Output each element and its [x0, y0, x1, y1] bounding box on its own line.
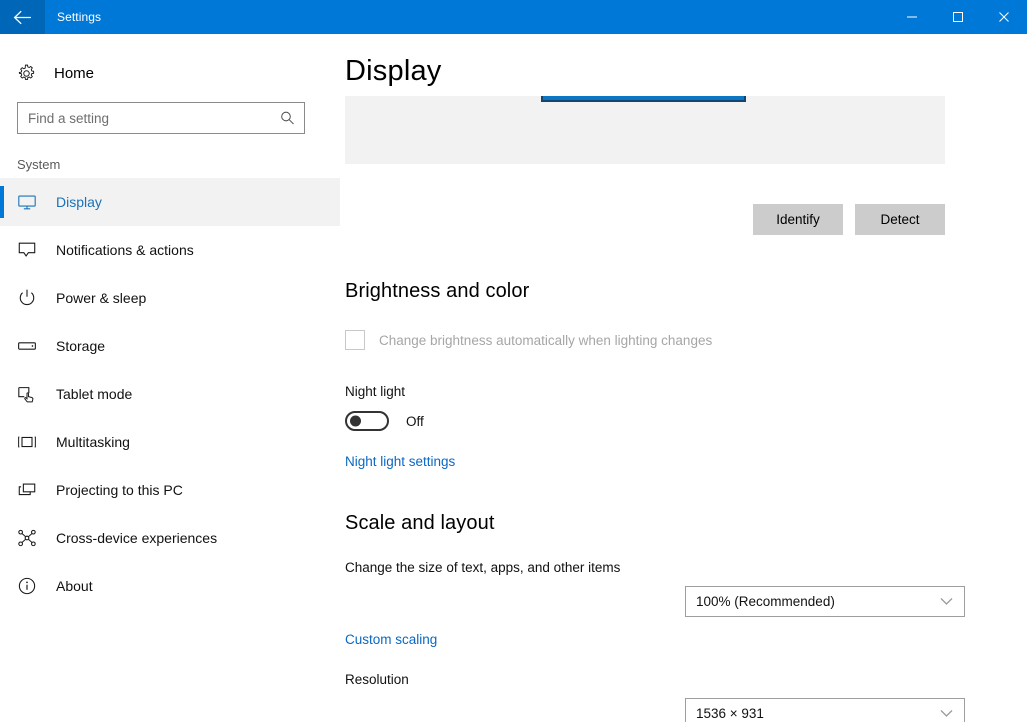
minimize-button[interactable]	[889, 0, 935, 34]
monitor-icon	[17, 192, 43, 212]
back-arrow-icon	[13, 10, 32, 25]
sidebar-item-label: Projecting to this PC	[56, 482, 183, 498]
sidebar-group-label: System	[17, 157, 61, 172]
sidebar-item-projecting[interactable]: Projecting to this PC	[0, 466, 340, 514]
title-bar: Settings	[0, 0, 1027, 34]
auto-brightness-checkbox[interactable]	[345, 330, 365, 350]
chevron-down-icon	[940, 709, 953, 718]
sidebar-item-home[interactable]: Home	[0, 54, 340, 92]
custom-scaling-link[interactable]: Custom scaling	[345, 632, 437, 647]
projecting-icon	[17, 480, 43, 500]
sidebar-item-label: Cross-device experiences	[56, 530, 218, 546]
sidebar-item-notifications[interactable]: Notifications & actions	[0, 226, 340, 274]
night-light-toggle-row: Off	[345, 411, 424, 431]
scale-section-heading: Scale and layout	[345, 512, 495, 534]
window-controls	[889, 0, 1027, 34]
sidebar-item-label: Notifications & actions	[56, 242, 194, 258]
main-content: Display Identify Detect Brightness and c…	[340, 34, 1027, 722]
sidebar-item-storage[interactable]: Storage	[0, 322, 340, 370]
sidebar-nav-list: Display Notifications & actions Power & …	[0, 178, 340, 610]
sidebar-item-label: About	[56, 578, 93, 594]
brightness-section-heading: Brightness and color	[345, 280, 530, 302]
sidebar-item-power-sleep[interactable]: Power & sleep	[0, 274, 340, 322]
display-preview-panel[interactable]	[345, 96, 945, 164]
identify-button[interactable]: Identify	[753, 204, 843, 235]
sidebar-item-tablet-mode[interactable]: Tablet mode	[0, 370, 340, 418]
sidebar-item-label: Multitasking	[56, 434, 130, 450]
sidebar-item-display[interactable]: Display	[0, 178, 340, 226]
scale-field-label: Change the size of text, apps, and other…	[345, 560, 621, 575]
sidebar-item-label: Display	[56, 194, 102, 210]
scale-dropdown[interactable]: 100% (Recommended)	[685, 586, 965, 617]
resolution-dropdown[interactable]: 1536 × 931	[685, 698, 965, 722]
storage-icon	[17, 336, 43, 356]
maximize-button[interactable]	[935, 0, 981, 34]
info-icon	[17, 576, 43, 596]
sidebar: Home System Display	[0, 34, 340, 722]
settings-window: Settings Home Find a setting System Disp…	[0, 0, 1027, 722]
monitor-preview-1[interactable]	[541, 96, 746, 102]
notification-icon	[17, 240, 43, 260]
multitasking-icon	[17, 432, 43, 452]
display-actions: Identify Detect	[345, 204, 945, 235]
search-box[interactable]	[17, 102, 305, 134]
back-button[interactable]	[0, 0, 45, 34]
auto-brightness-row[interactable]: Change brightness automatically when lig…	[345, 330, 712, 350]
sidebar-item-about[interactable]: About	[0, 562, 340, 610]
resolution-field-label: Resolution	[345, 672, 409, 687]
sidebar-item-label: Storage	[56, 338, 106, 354]
tablet-mode-icon	[17, 384, 43, 404]
night-light-label: Night light	[345, 384, 406, 399]
window-title: Settings	[57, 10, 102, 24]
gear-icon	[17, 64, 45, 83]
night-light-state: Off	[406, 413, 424, 429]
cross-device-icon	[17, 528, 43, 548]
page-title: Display	[345, 55, 442, 87]
toggle-knob	[350, 415, 361, 427]
sidebar-item-cross-device[interactable]: Cross-device experiences	[0, 514, 340, 562]
search-icon[interactable]	[280, 111, 295, 126]
sidebar-item-label: Tablet mode	[56, 386, 133, 402]
night-light-settings-link[interactable]: Night light settings	[345, 454, 455, 469]
home-label: Home	[54, 64, 95, 82]
sidebar-item-label: Power & sleep	[56, 290, 147, 306]
night-light-toggle[interactable]	[345, 411, 389, 431]
chevron-down-icon	[940, 597, 953, 606]
resolution-dropdown-value: 1536 × 931	[696, 706, 764, 721]
sidebar-item-multitasking[interactable]: Multitasking	[0, 418, 340, 466]
close-button[interactable]	[981, 0, 1027, 34]
auto-brightness-label: Change brightness automatically when lig…	[379, 332, 713, 348]
scale-dropdown-value: 100% (Recommended)	[696, 594, 835, 609]
search-input[interactable]	[18, 103, 266, 133]
detect-button[interactable]: Detect	[855, 204, 945, 235]
power-icon	[17, 288, 43, 308]
